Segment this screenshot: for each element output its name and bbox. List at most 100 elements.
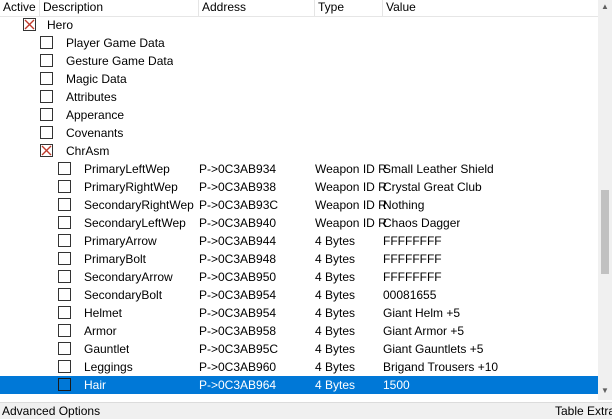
active-checkbox[interactable] <box>40 144 53 157</box>
description-cell: Helmet <box>84 306 123 320</box>
active-checkbox[interactable] <box>58 378 71 391</box>
description-cell: Apperance <box>66 108 125 122</box>
address-cell: P->0C3AB938 <box>199 180 277 194</box>
description-cell: Covenants <box>66 126 124 140</box>
table-row[interactable]: Player Game Data <box>0 34 598 52</box>
header-type[interactable]: Type <box>315 0 383 16</box>
scrollbar-thumb[interactable] <box>601 190 609 274</box>
cross-icon <box>41 145 52 156</box>
active-checkbox[interactable] <box>40 54 53 67</box>
header-value[interactable]: Value <box>383 0 598 16</box>
description-cell: Armor <box>84 324 117 338</box>
active-checkbox[interactable] <box>40 108 53 121</box>
address-cell: P->0C3AB948 <box>199 252 277 266</box>
table-row[interactable]: ChrAsm <box>0 142 598 160</box>
type-cell: Weapon ID R <box>315 162 387 176</box>
type-cell: Weapon ID R <box>315 180 387 194</box>
table-row[interactable]: PrimaryLeftWep P->0C3AB934 Weapon ID R Smal… <box>0 160 598 178</box>
table-row[interactable]: SecondaryLeftWep P->0C3AB940 Weapon ID R Ch… <box>0 214 598 232</box>
value-cell: 00081655 <box>383 288 437 302</box>
header-active[interactable]: Active <box>0 0 40 16</box>
description-cell: PrimaryLeftWep <box>84 162 170 176</box>
column-header: Active Description Address Type Value <box>0 0 598 17</box>
active-checkbox[interactable] <box>58 360 71 373</box>
address-cell: P->0C3AB95C <box>199 342 279 356</box>
address-cell: P->0C3AB93C <box>199 198 279 212</box>
type-cell: 4 Bytes <box>315 288 356 302</box>
table-row[interactable]: SecondaryArrow P->0C3AB950 4 Bytes FFFFFFFF <box>0 268 598 286</box>
description-cell: SecondaryBolt <box>84 288 163 302</box>
table-row[interactable]: PrimaryBolt P->0C3AB948 4 Bytes FFFFFFFF <box>0 250 598 268</box>
value-cell: FFFFFFFF <box>383 270 442 284</box>
table-row[interactable]: Gauntlet P->0C3AB95C 4 Bytes Giant Gauntlet… <box>0 340 598 358</box>
active-checkbox[interactable] <box>58 270 71 283</box>
table-row[interactable]: SecondaryRightWep P->0C3AB93C Weapon ID RN… <box>0 196 598 214</box>
table-row[interactable]: PrimaryArrow P->0C3AB944 4 Bytes FFFFFFFF <box>0 232 598 250</box>
active-checkbox[interactable] <box>58 180 71 193</box>
value-cell: Giant Helm +5 <box>383 306 461 320</box>
address-cell: P->0C3AB960 <box>199 360 277 374</box>
description-cell: Player Game Data <box>66 36 165 50</box>
active-checkbox[interactable] <box>58 162 71 175</box>
address-cell: P->0C3AB944 <box>199 234 277 248</box>
active-checkbox[interactable] <box>58 198 71 211</box>
value-cell: FFFFFFFF <box>383 234 442 248</box>
table-row[interactable]: Armor P->0C3AB958 4 Bytes Giant Armor +5 <box>0 322 598 340</box>
value-cell: Brigand Trousers +10 <box>383 360 499 374</box>
type-cell: 4 Bytes <box>315 324 356 338</box>
type-cell: 4 Bytes <box>315 252 356 266</box>
cross-icon <box>24 19 35 30</box>
scroll-up-arrow-icon[interactable]: ▲ <box>601 3 609 11</box>
active-checkbox[interactable] <box>58 216 71 229</box>
table-row[interactable]: SecondaryBolt P->0C3AB954 4 Bytes 00081655 <box>0 286 598 304</box>
table-extras-button[interactable]: Table Extras <box>555 404 612 419</box>
type-cell: 4 Bytes <box>315 342 356 356</box>
active-checkbox[interactable] <box>58 234 71 247</box>
address-cell: P->0C3AB940 <box>199 216 277 230</box>
table-row[interactable]: Hero <box>0 16 598 34</box>
table-row[interactable]: Attributes <box>0 88 598 106</box>
active-checkbox[interactable] <box>40 72 53 85</box>
advanced-options-button[interactable]: Advanced Options <box>2 404 100 419</box>
active-checkbox[interactable] <box>40 36 53 49</box>
value-cell: FFFFFFFF <box>383 252 442 266</box>
description-cell: PrimaryBolt <box>84 252 147 266</box>
active-checkbox[interactable] <box>58 288 71 301</box>
active-checkbox[interactable] <box>58 324 71 337</box>
status-bar: Advanced Options Table Extras <box>0 402 612 419</box>
value-cell: Small Leather Shield <box>383 162 494 176</box>
address-cell: P->0C3AB934 <box>199 162 277 176</box>
table-row[interactable]: Helmet P->0C3AB954 4 Bytes Giant Helm +5 <box>0 304 598 322</box>
table-row[interactable]: Gesture Game Data <box>0 52 598 70</box>
type-cell: 4 Bytes <box>315 270 356 284</box>
table-row[interactable]: Magic Data <box>0 70 598 88</box>
active-checkbox[interactable] <box>23 18 36 31</box>
table-row[interactable]: Hair P->0C3AB964 4 Bytes 1500 <box>0 376 598 394</box>
type-cell: 4 Bytes <box>315 306 356 320</box>
table-row[interactable]: PrimaryRightWep P->0C3AB938 Weapon ID R Cry… <box>0 178 598 196</box>
scroll-down-arrow-icon[interactable]: ▼ <box>601 387 609 395</box>
active-checkbox[interactable] <box>58 342 71 355</box>
header-description[interactable]: Description <box>40 0 199 16</box>
description-cell: PrimaryRightWep <box>84 180 178 194</box>
value-cell: Crystal Great Club <box>383 180 482 194</box>
description-cell: Attributes <box>66 90 117 104</box>
header-address[interactable]: Address <box>199 0 315 16</box>
active-checkbox[interactable] <box>40 90 53 103</box>
table-row[interactable]: Apperance <box>0 106 598 124</box>
active-checkbox[interactable] <box>58 252 71 265</box>
description-cell: Magic Data <box>66 72 127 86</box>
description-cell: SecondaryRightWep <box>84 198 194 212</box>
table-row[interactable]: Leggings P->0C3AB960 4 Bytes Brigand Trouse… <box>0 358 598 376</box>
active-checkbox[interactable] <box>40 126 53 139</box>
description-cell: PrimaryArrow <box>84 234 157 248</box>
vertical-scrollbar[interactable]: ▲ ▼ <box>598 0 612 400</box>
value-cell: 1500 <box>383 378 410 392</box>
cheat-table-list[interactable]: Hero Player Game Data Gesture Game Data Mag… <box>0 16 598 400</box>
type-cell: 4 Bytes <box>315 234 356 248</box>
table-row[interactable]: Covenants <box>0 124 598 142</box>
description-cell: SecondaryArrow <box>84 270 173 284</box>
active-checkbox[interactable] <box>58 306 71 319</box>
address-cell: P->0C3AB964 <box>199 378 277 392</box>
value-cell: Giant Gauntlets +5 <box>383 342 484 356</box>
